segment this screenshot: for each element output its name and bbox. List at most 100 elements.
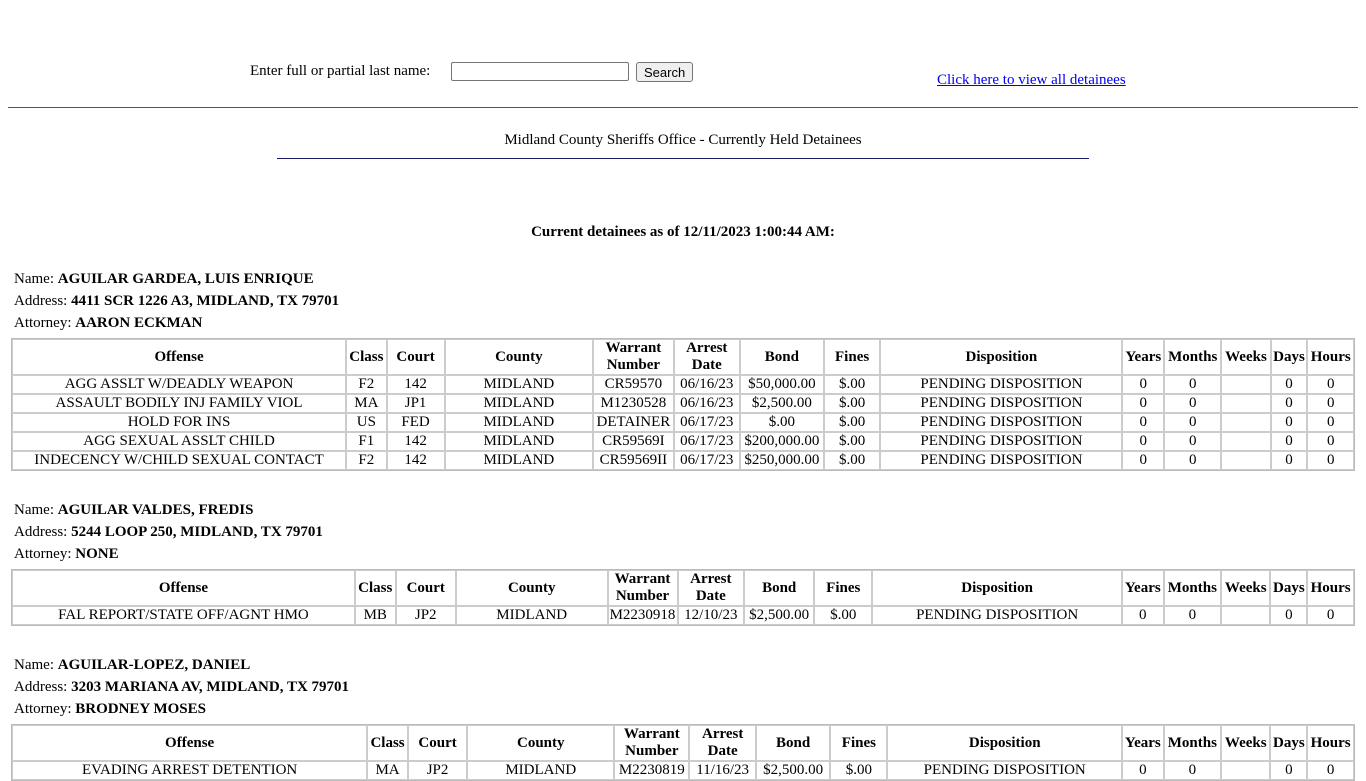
charge-cell: 0 — [1307, 451, 1354, 470]
charge-row: FAL REPORT/STATE OFF/AGNT HMO MB JP2 MIDLAN… — [12, 606, 1354, 625]
charge-cell: 0 — [1164, 451, 1222, 470]
charge-cell: MIDLAND — [444, 375, 594, 394]
charge-cell — [1221, 394, 1271, 413]
search-button[interactable]: Search — [636, 62, 694, 82]
charge-cell: PENDING DISPOSITION — [887, 761, 1122, 780]
column-header: County — [467, 725, 615, 761]
charge-cell: $2,500.00 — [744, 606, 815, 625]
charge-row: ASSAULT BODILY INJ FAMILY VIOL MA JP1 MIDLA… — [12, 394, 1354, 413]
column-header: Warrant Number — [607, 570, 678, 606]
detainee-record: Name: AGUILAR-LOPEZ, DANIEL Address: 3203… — [11, 654, 1355, 781]
charge-cell: 0 — [1270, 761, 1308, 780]
charge-cell: 0 — [1307, 413, 1354, 432]
column-header: Warrant Number — [593, 339, 674, 375]
detainee-attorney-line: Attorney: NONE — [14, 543, 1355, 565]
charges-header-row: Offense Class Court County Warrant Number Arre… — [12, 570, 1354, 606]
charge-cell: ASSAULT BODILY INJ FAMILY VIOL — [12, 394, 347, 413]
view-all-detainees-link[interactable]: Click here to view all detainees — [937, 72, 1126, 89]
charge-cell: INDECENCY W/CHILD SEXUAL CONTACT — [12, 451, 347, 470]
charge-cell: MIDLAND — [467, 761, 615, 780]
charge-cell: EVADING ARREST DETENTION — [12, 761, 368, 780]
charge-cell: 0 — [1307, 375, 1354, 394]
detainee-address: 4411 SCR 1226 A3, MIDLAND, TX 79701 — [71, 293, 340, 309]
charge-cell: $.00 — [814, 606, 873, 625]
column-header: Disposition — [880, 339, 1123, 375]
detainee-attorney-label: Attorney: — [14, 546, 76, 562]
charge-cell: $.00 — [823, 451, 881, 470]
detainee-attorney-label: Attorney: — [14, 315, 76, 331]
charge-cell: 0 — [1122, 394, 1165, 413]
charge-cell: M2230918 — [607, 606, 678, 625]
column-header: Days — [1270, 570, 1308, 606]
charge-cell: MIDLAND — [444, 432, 594, 451]
charges-header-row: Offense Class Court County Warrant Number Arre… — [12, 725, 1354, 761]
charge-cell: 0 — [1121, 606, 1164, 625]
charge-cell: 06/17/23 — [673, 451, 740, 470]
charge-cell: PENDING DISPOSITION — [880, 394, 1123, 413]
charge-cell: PENDING DISPOSITION — [880, 375, 1123, 394]
charge-cell: 0 — [1307, 394, 1354, 413]
detainee-name-label: Name: — [14, 502, 58, 518]
charge-cell: 0 — [1270, 606, 1308, 625]
detainee-attorney: AARON ECKMAN — [75, 315, 203, 331]
column-header: Class — [346, 339, 387, 375]
column-header: Court — [395, 570, 456, 606]
charge-cell: $.00 — [823, 432, 881, 451]
detainee-attorney-line: Attorney: AARON ECKMAN — [14, 312, 1355, 334]
charge-cell: M1230528 — [593, 394, 674, 413]
column-header: Months — [1163, 725, 1222, 761]
column-header: Disposition — [887, 725, 1122, 761]
column-header: Bond — [755, 725, 831, 761]
column-header: Bond — [744, 570, 815, 606]
charge-cell: 0 — [1122, 375, 1165, 394]
column-header: Years — [1121, 725, 1164, 761]
column-header: County — [444, 339, 594, 375]
column-header: Class — [354, 570, 396, 606]
charge-cell — [1221, 432, 1271, 451]
charge-cell: JP2 — [395, 606, 456, 625]
column-header: Weeks — [1221, 725, 1271, 761]
last-name-search-input[interactable] — [451, 62, 629, 81]
charge-row: HOLD FOR INS US FED MIDLAND DETAINER 06/17/23… — [12, 413, 1354, 432]
column-header: Days — [1270, 725, 1308, 761]
column-header: County — [455, 570, 608, 606]
charge-cell — [1221, 413, 1271, 432]
charge-cell: $.00 — [830, 761, 888, 780]
charge-cell: MIDLAND — [455, 606, 608, 625]
column-header: Offense — [12, 339, 347, 375]
detainee-address-label: Address: — [14, 524, 72, 540]
charge-cell: 0 — [1270, 394, 1308, 413]
charge-cell: 0 — [1163, 761, 1222, 780]
charge-cell: 142 — [386, 375, 445, 394]
column-header: Court — [386, 339, 445, 375]
detainee-record: Name: AGUILAR VALDES, FREDIS Address: 524… — [11, 499, 1355, 626]
column-header: Arrest Date — [689, 725, 756, 761]
detainee-attorney: NONE — [75, 546, 119, 562]
column-header: Hours — [1307, 725, 1354, 761]
charge-cell: $2,500.00 — [755, 761, 831, 780]
column-header: Fines — [823, 339, 881, 375]
charge-cell: DETAINER — [593, 413, 674, 432]
charge-cell: MA — [346, 394, 387, 413]
charges-table: Offense Class Court County Warrant Number Arre… — [11, 569, 1355, 626]
charge-cell: 0 — [1270, 451, 1308, 470]
charge-cell: 0 — [1164, 394, 1222, 413]
charge-cell: 0 — [1270, 432, 1308, 451]
charge-cell: 0 — [1122, 451, 1165, 470]
charge-cell: 0 — [1164, 432, 1222, 451]
charge-row: AGG ASSLT W/DEADLY WEAPON F2 142 MIDLAND CR5… — [12, 375, 1354, 394]
charge-cell: 06/17/23 — [673, 432, 740, 451]
column-header: Hours — [1307, 339, 1354, 375]
charge-cell: M2230819 — [614, 761, 690, 780]
charge-cell: F2 — [346, 451, 387, 470]
charge-cell: 06/16/23 — [673, 375, 740, 394]
charge-cell: FED — [386, 413, 445, 432]
detainee-address-line: Address: 4411 SCR 1226 A3, MIDLAND, TX 7… — [14, 290, 1355, 312]
column-header: Bond — [739, 339, 824, 375]
column-header: Court — [407, 725, 468, 761]
detainee-address: 3203 MARIANA AV, MIDLAND, TX 79701 — [71, 679, 350, 695]
column-header: Hours — [1307, 570, 1354, 606]
charge-cell — [1221, 606, 1271, 625]
detainee-name-line: Name: AGUILAR-LOPEZ, DANIEL — [14, 654, 1355, 676]
detainee-attorney-label: Attorney: — [14, 701, 76, 717]
